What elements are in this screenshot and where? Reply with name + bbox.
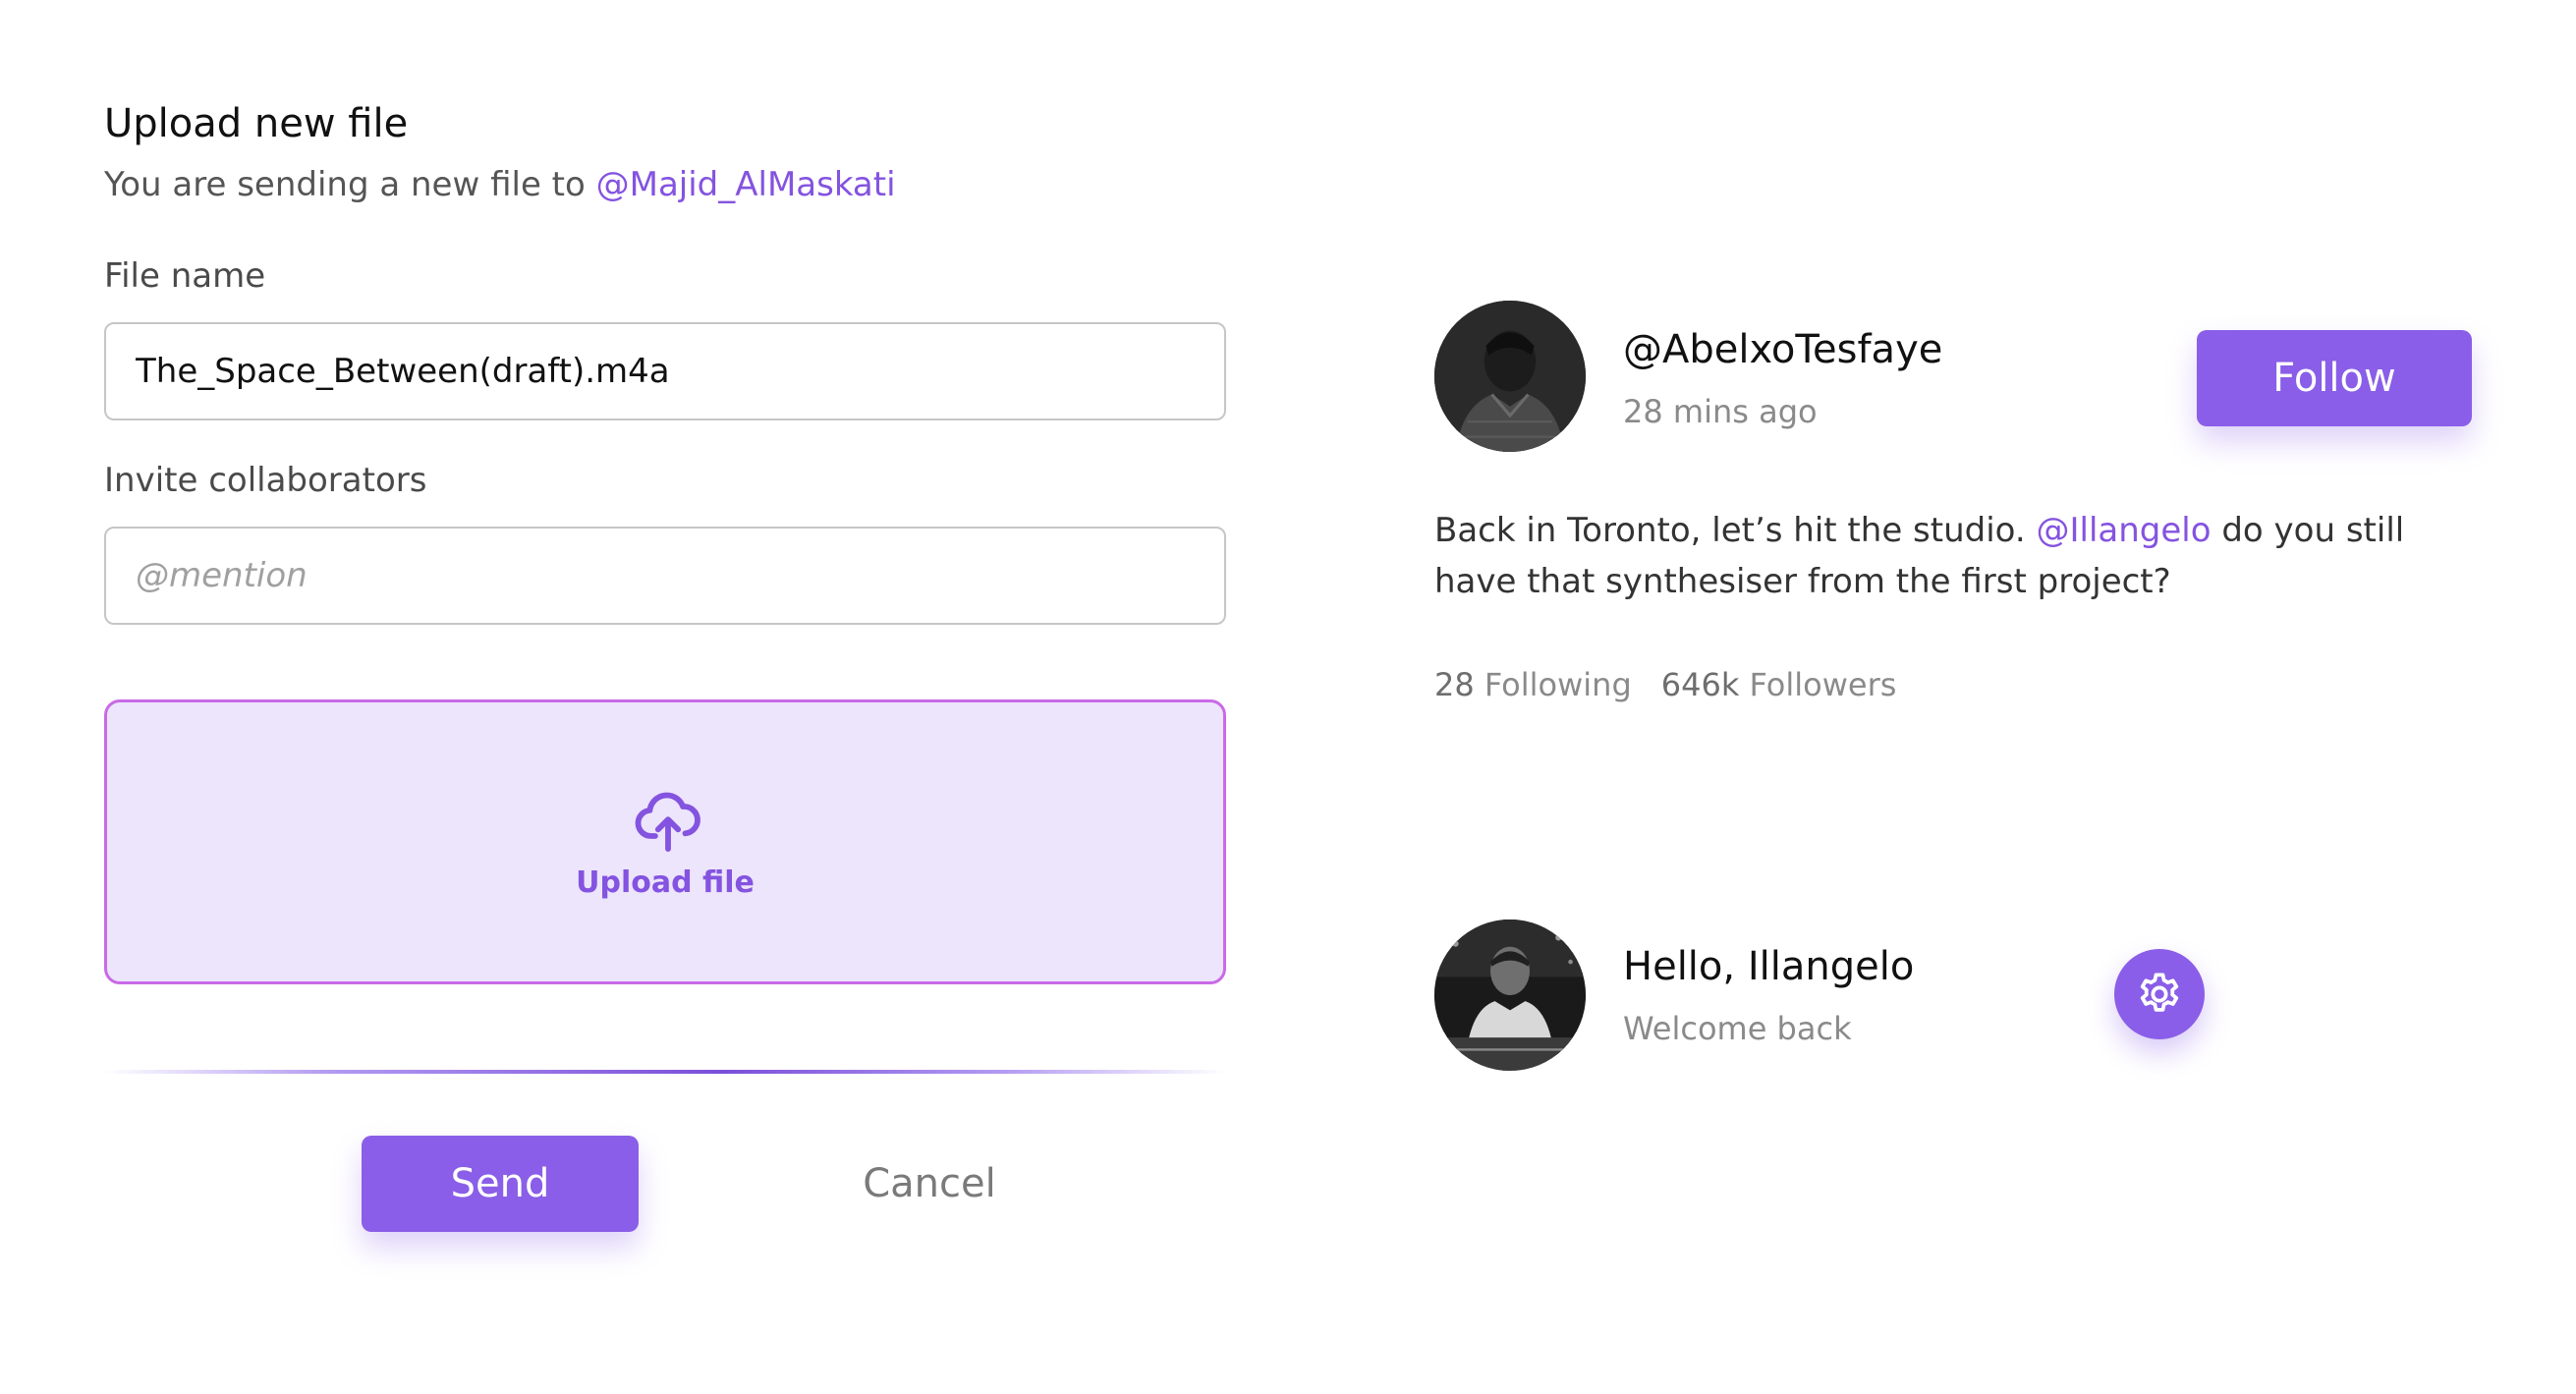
greeting-subtitle: Welcome back	[1623, 1010, 1852, 1047]
upload-subtitle: You are sending a new file to @Majid_AlM…	[104, 157, 1226, 212]
file-name-input[interactable]	[104, 322, 1226, 420]
settings-button[interactable]	[2114, 949, 2205, 1039]
followers-label: Followers	[1749, 666, 1897, 703]
post-mention-link[interactable]: @Illangelo	[2036, 511, 2211, 550]
post-text-prefix: Back in Toronto, let’s hit the studio.	[1434, 511, 2037, 550]
greeting-title: Hello, Illangelo	[1623, 944, 1915, 989]
upload-subtitle-prefix: You are sending a new file to	[104, 165, 596, 204]
avatar-portrait-icon	[1434, 301, 1586, 452]
send-button[interactable]: Send	[362, 1136, 639, 1232]
follow-button[interactable]: Follow	[2197, 330, 2472, 426]
cancel-button[interactable]: Cancel	[782, 1136, 1077, 1232]
divider-line	[104, 1070, 1226, 1074]
greeting-avatar[interactable]	[1434, 920, 1586, 1071]
upload-dropzone[interactable]: Upload file	[104, 699, 1226, 984]
post-text: Back in Toronto, let’s hit the studio. @…	[1434, 505, 2495, 607]
recipient-mention-link[interactable]: @Majid_AlMaskati	[596, 165, 896, 204]
following-stat[interactable]: 28 Following	[1434, 666, 1632, 703]
cloud-upload-icon	[635, 792, 700, 852]
profile-username[interactable]: @AbelxoTesfaye	[1623, 322, 1942, 377]
following-label: Following	[1484, 666, 1632, 703]
avatar[interactable]	[1434, 301, 1586, 452]
upload-title: Upload new file	[104, 101, 409, 146]
followers-stat[interactable]: 646k Followers	[1661, 666, 1897, 703]
greeting-avatar-portrait-icon	[1434, 920, 1586, 1071]
followers-count: 646k	[1660, 666, 1740, 703]
following-count: 28	[1434, 666, 1475, 703]
gear-icon	[2140, 973, 2179, 1012]
upload-panel: Upload new file You are sending a new fi…	[104, 94, 1226, 1232]
upload-file-label: Upload file	[576, 865, 755, 900]
invite-collaborators-input[interactable]	[104, 527, 1226, 625]
invite-collaborators-label: Invite collaborators	[104, 461, 427, 500]
post-timestamp: 28 mins ago	[1623, 393, 1818, 430]
file-name-label: File name	[104, 256, 266, 296]
profile-stats: 28 Following 646k Followers	[1434, 662, 1896, 707]
